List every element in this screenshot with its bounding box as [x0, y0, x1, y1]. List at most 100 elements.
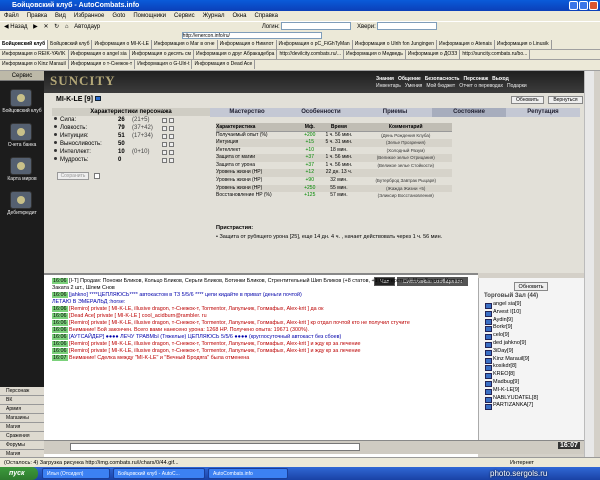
tab-0[interactable]: Мастерство [210, 108, 284, 117]
chat-time[interactable]: 16:06 [52, 312, 68, 319]
browser-tab[interactable]: Информация о десять см [130, 50, 194, 59]
plus-icon[interactable] [162, 142, 167, 147]
menu-item[interactable]: Помощники [133, 13, 166, 19]
task-item[interactable]: Илья (Отсидел) [42, 468, 110, 479]
top-nav-link[interactable]: Персонаж [464, 76, 489, 82]
plus-icon[interactable] [162, 158, 167, 163]
menu-item[interactable]: Избранное [74, 13, 104, 19]
roster-user[interactable]: Madbug[9] [484, 379, 579, 387]
chat-time[interactable]: 16:06 [52, 278, 68, 284]
browser-tab[interactable]: http://suncity.combats.ru/bo... [460, 50, 531, 59]
club-icon[interactable] [10, 89, 32, 107]
task-item[interactable]: Бойцовский клуб - AutoC... [113, 468, 205, 479]
browser-tab[interactable]: Информация о angel sia [69, 50, 130, 59]
debit-icon[interactable] [10, 191, 32, 209]
browser-tab[interactable]: Информация о G-Ulri-t [135, 60, 193, 69]
browser-tab[interactable]: Информация о Linusik [495, 40, 552, 49]
chat-time[interactable]: 16:06 [52, 341, 68, 348]
info-icon[interactable] [94, 96, 101, 101]
browser-tab[interactable]: Бойцовский клуб [48, 40, 93, 49]
top-nav-link[interactable]: Безопасность [425, 76, 460, 82]
roster-user[interactable]: PARTIZANKA[7] [484, 402, 579, 411]
roster-user[interactable]: Aydin[9] [484, 317, 579, 325]
browser-tab[interactable]: Информация о Atenais [437, 40, 495, 49]
sub-nav-link[interactable]: Отчет о переводах [459, 83, 503, 89]
sidebar-button[interactable]: Сражения [0, 432, 44, 441]
browser-tab[interactable]: Информация о Маг в огне [152, 40, 218, 49]
minus-icon[interactable] [169, 150, 174, 155]
chat-time[interactable]: 16:06 [52, 348, 68, 355]
roster-user[interactable]: Kinz Marauil[9] [484, 356, 579, 364]
browser-tab[interactable]: Информация о ДОЗЗ [406, 50, 461, 59]
browser-tab[interactable]: Информация о Kinz Marauil [0, 60, 69, 69]
menu-item[interactable]: Журнал [203, 13, 225, 19]
browser-tab[interactable]: Информация о Ulrih fon Jungingen [353, 40, 437, 49]
chat-time[interactable]: 16:06 [52, 291, 68, 298]
chat-input[interactable] [70, 443, 360, 451]
chat-time[interactable]: 16:06 [52, 327, 68, 334]
close-button[interactable] [589, 1, 598, 10]
sub-nav-link[interactable]: Подарки [507, 83, 527, 89]
plus-icon[interactable] [162, 118, 167, 123]
roster-user[interactable]: celo[9] [484, 332, 579, 340]
return-button[interactable]: Вернуться [548, 96, 583, 104]
tab-4[interactable]: Репутация [506, 108, 580, 117]
tab-2[interactable]: Приемы [358, 108, 432, 117]
refresh-char-button[interactable]: Обновить [511, 96, 544, 104]
minus-icon[interactable] [169, 158, 174, 163]
maximize-button[interactable] [579, 1, 588, 10]
sidebar-button[interactable]: Персонаж [0, 387, 44, 396]
chat-time[interactable]: 16:07 [52, 355, 68, 362]
browser-tab[interactable]: Информация о друг Абракадебра [194, 50, 278, 59]
save-checkbox[interactable] [94, 173, 100, 179]
top-nav-link[interactable]: Выход [492, 76, 509, 82]
browser-tab[interactable]: Информация о MI-K-LE [92, 40, 152, 49]
tab-1[interactable]: Особенности [284, 108, 358, 117]
roster-refresh-button[interactable]: Обновить [514, 282, 548, 291]
sub-nav-link[interactable]: Мой бюджет [426, 83, 455, 89]
chat-time[interactable]: 16:06 [52, 334, 68, 341]
menu-item[interactable]: Вид [55, 13, 66, 19]
chat-time[interactable]: 16:06 [52, 305, 68, 312]
task-item[interactable]: AutoCombats.info [208, 468, 288, 479]
minus-icon[interactable] [169, 126, 174, 131]
menu-item[interactable]: Правка [27, 13, 47, 19]
menu-item[interactable]: Сервис [174, 13, 195, 19]
address-input[interactable]: http://enercon.info/ru/ [181, 32, 322, 39]
minimize-button[interactable] [569, 1, 578, 10]
start-button[interactable]: пуск [0, 467, 38, 480]
plus-icon[interactable] [162, 150, 167, 155]
browser-tab[interactable]: Информация о REIK-YAVIK [0, 50, 69, 59]
roster-user[interactable]: Arvest I[10] [484, 309, 579, 317]
top-nav-link[interactable]: Общение [398, 76, 421, 82]
page-scrollbar[interactable] [584, 71, 594, 457]
browser-tab[interactable]: http://devilcity.combats.ru/... [277, 50, 345, 59]
sidebar-button[interactable]: Армия [0, 405, 44, 414]
minus-icon[interactable] [169, 118, 174, 123]
tab-3[interactable]: Состояние [432, 108, 506, 117]
browser-tab[interactable]: Бойцовский клуб [0, 40, 49, 49]
roster-user[interactable]: 3iDay[9] [484, 348, 579, 356]
roster-user[interactable]: ded jahkno[9] [484, 340, 579, 348]
roster-user[interactable]: kosikdr[8] [484, 363, 579, 372]
roster-user[interactable]: NABLYUDATEL[8] [484, 395, 579, 403]
menu-item[interactable]: Окна [233, 13, 247, 19]
chat-time[interactable]: 16:06 [52, 319, 68, 326]
minus-icon[interactable] [169, 142, 174, 147]
minus-icon[interactable] [169, 134, 174, 139]
roster-user[interactable]: KREO[8] [484, 371, 579, 379]
map-icon[interactable] [10, 157, 32, 175]
menu-item[interactable]: Goto [112, 13, 125, 19]
login-field[interactable] [281, 22, 352, 31]
sidebar-button[interactable]: Магазины [0, 414, 44, 423]
bank-icon[interactable] [10, 123, 32, 141]
browser-tab[interactable]: Информация о т-Снежок-т [69, 60, 136, 69]
menu-item[interactable]: Справка [254, 13, 278, 19]
sub-nav-link[interactable]: Умения [405, 83, 422, 89]
menu-item[interactable]: Файл [4, 13, 19, 19]
browser-tab[interactable]: Информация о Dead Ace [192, 60, 256, 69]
browser-tab[interactable]: Информация о Медведь [344, 50, 406, 59]
roster-user[interactable]: Borkr[9] [484, 324, 579, 333]
browser-tab[interactable]: Информация о pC_FiGhTyMan [277, 40, 353, 49]
save-button[interactable]: Сохранить [57, 172, 89, 180]
